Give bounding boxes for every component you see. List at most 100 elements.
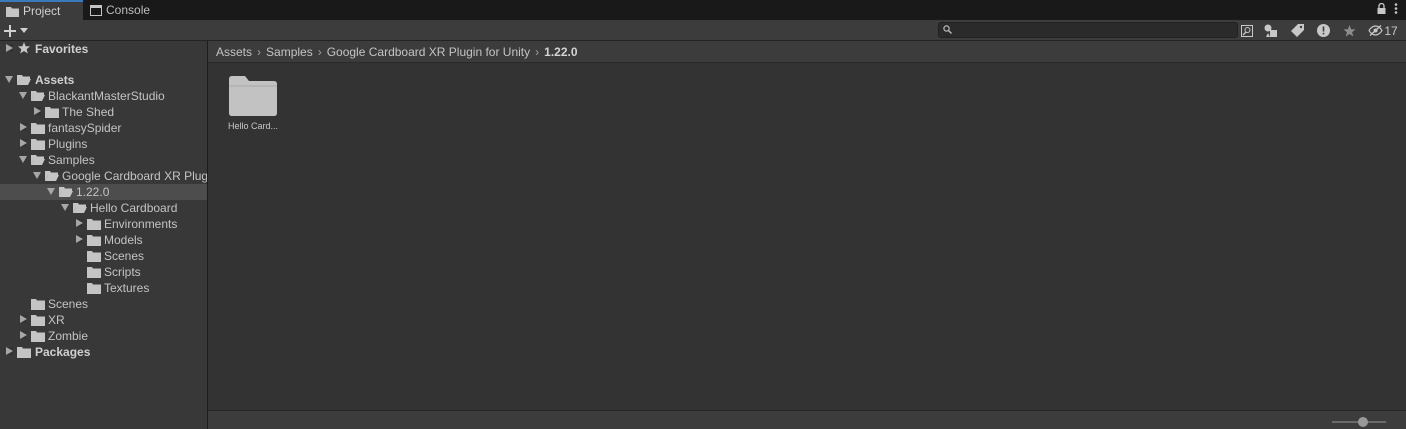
tree-label: Models	[104, 233, 143, 247]
tree-label: Environments	[104, 217, 178, 231]
asset-item-hello-cardboard[interactable]: Hello Card...	[218, 75, 288, 155]
collapse-arrow-icon[interactable]	[5, 76, 13, 83]
filter-by-label-button[interactable]	[1288, 22, 1306, 39]
folder-icon	[31, 139, 45, 150]
folder-icon	[87, 219, 101, 230]
tab-console[interactable]: Console	[84, 0, 164, 20]
expand-arrow-icon[interactable]	[20, 139, 27, 147]
folder-icon	[87, 283, 101, 294]
tree-item-plugins[interactable]: Plugins	[0, 136, 207, 152]
breadcrumb-item[interactable]: Google Cardboard XR Plugin for Unity	[323, 45, 534, 59]
tree-label: Favorites	[35, 42, 89, 56]
tree-label: The Shed	[62, 105, 115, 119]
hidden-count: 17	[1384, 23, 1398, 38]
folder-open-icon	[45, 171, 59, 181]
tree-item-samples[interactable]: Samples	[0, 152, 207, 168]
folder-open-icon	[17, 75, 31, 85]
tree-item-scenes[interactable]: Scenes	[0, 296, 207, 312]
tree-item-1-22-0[interactable]: 1.22.0	[0, 184, 207, 200]
folder-icon	[31, 315, 45, 326]
tree-item-environments[interactable]: Environments	[0, 216, 207, 232]
tree-item-assets[interactable]: Assets	[0, 72, 207, 88]
search-by-type-button[interactable]	[1240, 22, 1254, 39]
expand-arrow-icon[interactable]	[20, 315, 27, 323]
breadcrumb-current[interactable]: 1.22.0	[540, 45, 581, 59]
tree-label: Scenes	[104, 249, 145, 263]
tree-label: Packages	[35, 345, 91, 359]
breadcrumb: Assets › Samples › Google Cardboard XR P…	[208, 41, 1406, 63]
search-input[interactable]	[955, 23, 1235, 37]
expand-arrow-icon[interactable]	[6, 44, 13, 52]
folder-open-icon	[31, 91, 45, 101]
tree-item-google-cardboard[interactable]: Google Cardboard XR Plugin for Unity	[0, 168, 207, 184]
tab-console-label: Console	[106, 3, 151, 17]
console-icon	[90, 4, 102, 16]
folder-icon	[6, 6, 19, 17]
folder-open-icon	[59, 187, 73, 197]
collapse-arrow-icon[interactable]	[33, 172, 41, 179]
tag-icon	[1290, 24, 1304, 37]
folder-icon	[229, 76, 277, 116]
breadcrumb-item[interactable]: Assets	[212, 45, 256, 59]
search-field[interactable]	[938, 22, 1238, 38]
zoom-slider-handle[interactable]	[1358, 417, 1368, 427]
status-bar	[208, 410, 1406, 429]
eye-hidden-icon	[1368, 25, 1384, 36]
breadcrumb-item[interactable]: Samples	[262, 45, 317, 59]
tab-bar: Project Console	[0, 0, 1406, 20]
collapse-arrow-icon[interactable]	[19, 156, 27, 163]
tab-project[interactable]: Project	[0, 0, 83, 20]
favorites-filter-button[interactable]	[1340, 22, 1358, 39]
search-icon	[943, 25, 952, 34]
asset-label: Hello Card...	[227, 121, 279, 131]
tree-item-blackantmasterstudio[interactable]: BlackantMasterStudio	[0, 88, 207, 104]
tree-item-zombie[interactable]: Zombie	[0, 328, 207, 344]
kebab-menu-icon[interactable]	[1394, 3, 1398, 14]
collapse-arrow-icon[interactable]	[47, 188, 55, 195]
tree-label: Samples	[48, 153, 95, 167]
tree-label: XR	[48, 313, 65, 327]
search-window-icon	[1241, 24, 1253, 37]
filter-by-log-button[interactable]	[1314, 22, 1332, 39]
expand-arrow-icon[interactable]	[20, 331, 27, 339]
tree-item-the-shed[interactable]: The Shed	[0, 104, 207, 120]
collapse-arrow-icon[interactable]	[19, 92, 27, 99]
create-button[interactable]	[4, 22, 34, 39]
tree-item-fantasyspider[interactable]: fantasySpider	[0, 120, 207, 136]
tree-item-favorites[interactable]: Favorites	[0, 41, 207, 57]
folder-icon	[87, 251, 101, 262]
project-tree: Favorites Assets BlackantMasterStudio Th…	[0, 41, 207, 429]
tree-item-scripts[interactable]: Scripts	[0, 264, 207, 280]
expand-arrow-icon[interactable]	[20, 123, 27, 131]
tree-item-xr[interactable]: XR	[0, 312, 207, 328]
folder-open-icon	[31, 155, 45, 165]
tree-label: Google Cardboard XR Plugin for Unity	[62, 169, 207, 183]
folder-open-icon	[73, 203, 87, 213]
filter-by-type-button[interactable]	[1262, 22, 1280, 39]
folder-icon	[31, 123, 45, 134]
asset-browser: Assets › Samples › Google Cardboard XR P…	[208, 41, 1406, 429]
folder-icon	[87, 267, 101, 278]
plus-icon	[4, 24, 16, 37]
tree-item-textures[interactable]: Textures	[0, 280, 207, 296]
asset-grid: Hello Card...	[208, 63, 1406, 409]
folder-icon	[87, 235, 101, 246]
folder-icon	[45, 107, 59, 118]
star-icon	[18, 42, 30, 54]
tree-label: 1.22.0	[76, 185, 110, 199]
tree-label: Assets	[35, 73, 75, 87]
tree-item-hello-cardboard[interactable]: Hello Cardboard	[0, 200, 207, 216]
tree-item-models[interactable]: Models	[0, 232, 207, 248]
lock-icon[interactable]	[1377, 3, 1386, 14]
tree-label: Scenes	[48, 297, 89, 311]
expand-arrow-icon[interactable]	[76, 235, 83, 243]
tree-item-packages[interactable]: Packages	[0, 344, 207, 360]
folder-icon	[17, 347, 31, 358]
expand-arrow-icon[interactable]	[34, 107, 41, 115]
expand-arrow-icon[interactable]	[6, 347, 13, 355]
hidden-packages-button[interactable]: 17	[1366, 22, 1400, 39]
collapse-arrow-icon[interactable]	[61, 204, 69, 211]
tree-item-scenes-sample[interactable]: Scenes	[0, 248, 207, 264]
folder-icon	[31, 331, 45, 342]
expand-arrow-icon[interactable]	[76, 219, 83, 227]
